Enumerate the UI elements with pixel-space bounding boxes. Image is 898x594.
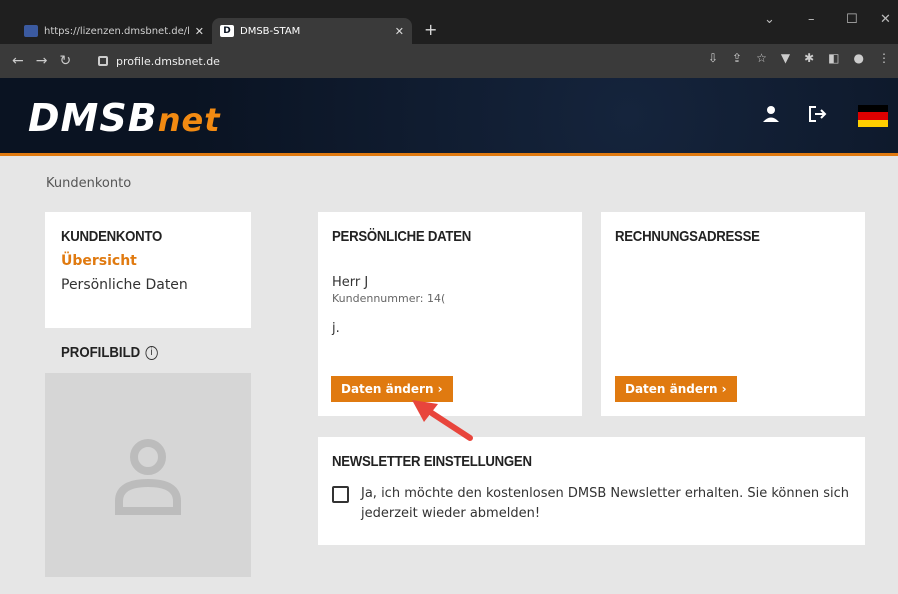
tab-title: https://lizenzen.dmsbnet.de/licer (44, 25, 189, 37)
close-tab-icon[interactable]: ✕ (195, 25, 204, 38)
close-tab-icon[interactable]: ✕ (395, 25, 404, 38)
dmsb-favicon-icon: D (220, 25, 234, 37)
logout-icon[interactable] (808, 105, 828, 128)
info-icon[interactable]: i (145, 345, 158, 360)
account-nav-title: KUNDENKONTO (61, 228, 162, 245)
maximize-icon[interactable]: ☐ (846, 12, 858, 27)
profile-picture[interactable] (45, 373, 251, 577)
profile-icon[interactable]: ● (854, 51, 864, 65)
nav-item-personal-data[interactable]: Persönliche Daten (61, 277, 235, 293)
avatar-placeholder-icon (115, 439, 181, 515)
newsletter-card: NEWSLETTER EINSTELLUNGEN Ja, ich möchte … (318, 437, 865, 545)
reload-icon[interactable]: ↻ (59, 53, 71, 69)
tab-dmsb-stam[interactable]: D DMSB-STAM ✕ (212, 18, 412, 44)
site-favicon-icon (24, 25, 38, 37)
billing-address-title: RECHNUNGSADRESSE (615, 228, 760, 245)
toolbar-icons: ⇩ ⇪ ☆ ▼ ✱ ◧ ● ⋮ (708, 51, 890, 65)
profile-picture-title: PROFILBILD i (61, 344, 158, 361)
share-icon[interactable]: ⇪ (732, 51, 742, 65)
sidepanel-icon[interactable]: ◧ (828, 51, 839, 65)
logo-accent: net (157, 101, 221, 139)
customer-number: Kundennummer: 14( (332, 292, 446, 305)
edit-billing-address-button[interactable]: Daten ändern › (615, 376, 737, 402)
bookmark-star-icon[interactable]: ☆ (756, 51, 767, 65)
newsletter-checkbox[interactable] (332, 486, 349, 503)
lock-icon (98, 56, 108, 66)
install-icon[interactable]: ⇩ (708, 51, 718, 65)
close-window-icon[interactable]: ✕ (880, 12, 891, 27)
forward-icon[interactable]: → (36, 53, 48, 69)
back-icon[interactable]: ← (12, 53, 24, 69)
extensions-puzzle-icon[interactable]: ✱ (804, 51, 814, 65)
customer-name: Herr J (332, 275, 369, 290)
tab-lizenzen[interactable]: https://lizenzen.dmsbnet.de/licer ✕ (16, 18, 212, 44)
extension-v-icon[interactable]: ▼ (781, 51, 790, 65)
german-flag-icon[interactable] (858, 105, 888, 127)
annotation-arrow-icon (412, 400, 473, 441)
minimize-icon[interactable]: – (808, 12, 815, 27)
tab-title: DMSB-STAM (240, 25, 301, 37)
menu-dots-icon[interactable]: ⋮ (878, 51, 890, 65)
user-icon[interactable] (762, 105, 780, 128)
newsletter-checkbox-label[interactable]: Ja, ich möchte den kostenlosen DMSB News… (361, 484, 851, 524)
account-nav-card: KUNDENKONTO Übersicht Persönliche Daten (45, 212, 251, 328)
tab-search-icon[interactable]: ⌄ (764, 12, 775, 27)
newsletter-title: NEWSLETTER EINSTELLUNGEN (332, 453, 532, 470)
nav-item-overview[interactable]: Übersicht (61, 253, 235, 269)
customer-email: j. (332, 321, 340, 336)
breadcrumb: Kundenkonto (46, 176, 132, 191)
dmsbnet-logo[interactable]: DMSBnet (28, 96, 220, 140)
browser-tab-bar: https://lizenzen.dmsbnet.de/licer ✕ D DM… (0, 0, 898, 44)
personal-data-title: PERSÖNLICHE DATEN (332, 228, 472, 245)
url-text: profile.dmsbnet.de (116, 54, 220, 68)
new-tab-button[interactable]: + (424, 20, 437, 39)
profile-picture-label: PROFILBILD (61, 344, 141, 361)
logo-main: DMSB (28, 96, 158, 140)
url-field[interactable]: profile.dmsbnet.de (98, 50, 220, 72)
